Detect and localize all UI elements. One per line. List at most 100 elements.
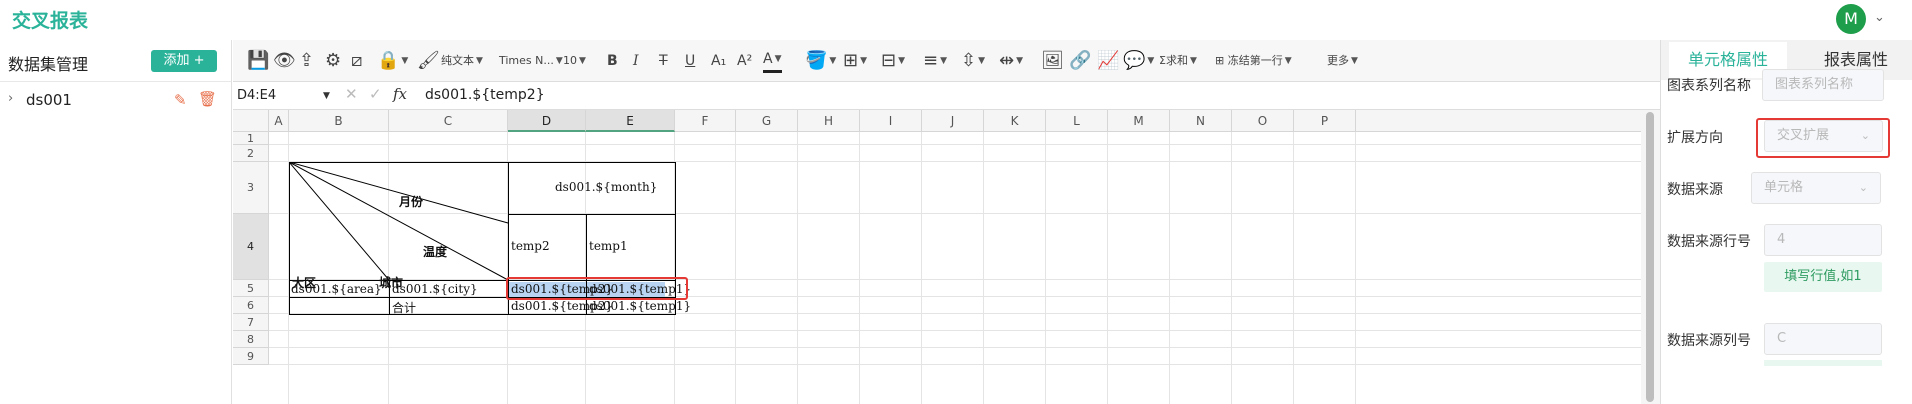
expand-direction-label: 扩展方向 xyxy=(1667,130,1723,146)
grid-line xyxy=(269,364,1641,365)
chevron-down-icon[interactable]: ⌄ xyxy=(1874,10,1885,25)
spreadsheet-grid[interactable]: ABCDEFGHIJKLMNOP 987654321 月份 温度 大区 城市 d… xyxy=(233,110,1660,404)
font-color-button[interactable]: A ▼ xyxy=(763,49,782,73)
chevron-down-icon[interactable]: ▼ xyxy=(323,85,330,107)
column-header-b[interactable]: B xyxy=(289,110,389,132)
column-header-l[interactable]: L xyxy=(1046,110,1108,132)
font-family-select[interactable]: Times N... ▼ xyxy=(499,49,563,73)
comment-icon[interactable]: 💬 ▼ xyxy=(1123,49,1154,73)
row-header-4[interactable]: 4 xyxy=(233,214,269,280)
sum-button[interactable]: Σ求和 ▼ xyxy=(1159,49,1197,73)
cell-month[interactable]: ds001.${month} xyxy=(555,180,657,194)
edit-icon[interactable]: ✎ xyxy=(174,91,187,109)
column-header-o[interactable]: O xyxy=(1232,110,1294,132)
corner-cell[interactable] xyxy=(233,110,269,132)
underline-button[interactable]: U xyxy=(685,49,695,73)
more-label: 更多 xyxy=(1327,54,1349,67)
row-header-8[interactable]: 8 xyxy=(233,331,269,348)
format-painter-icon[interactable]: 🖌 xyxy=(417,49,440,73)
formula-input[interactable]: ds001.${temp2} xyxy=(425,87,545,103)
bold-button[interactable]: B xyxy=(607,49,618,73)
column-header-k[interactable]: K xyxy=(984,110,1046,132)
cell-temp2-head[interactable]: temp2 xyxy=(511,239,550,253)
row-header-7[interactable]: 7 xyxy=(233,314,269,331)
cell-diag-temp: 温度 xyxy=(423,245,448,259)
confirm-icon[interactable]: ✓ xyxy=(369,85,382,103)
merge-icon[interactable]: ⊟ ▼ xyxy=(881,49,905,73)
row-header-5[interactable]: 5 xyxy=(233,280,269,297)
font-size-select[interactable]: 10 ▼ xyxy=(563,49,586,73)
border-icon[interactable]: ⊞ ▼ xyxy=(843,49,867,73)
grid-line xyxy=(269,144,1641,145)
strikethrough-button[interactable]: T xyxy=(659,49,668,73)
grid-line xyxy=(269,347,1641,348)
preview-icon[interactable]: 👁 xyxy=(273,49,296,73)
data-source-label: 数据来源 xyxy=(1667,182,1723,198)
cell-temp1-head[interactable]: temp1 xyxy=(589,239,628,253)
valign-icon[interactable]: ⇳ ▼ xyxy=(961,49,985,73)
column-header-f[interactable]: F xyxy=(675,110,736,132)
clear-icon[interactable]: ⧄ xyxy=(351,49,362,73)
source-col-input[interactable]: C xyxy=(1764,323,1882,355)
cell-diag-month: 月份 xyxy=(399,195,424,209)
fill-color-icon[interactable]: 🪣 ▼ xyxy=(805,49,836,73)
freeze-label: 冻结第一行 xyxy=(1227,54,1283,67)
source-row-input[interactable]: 4 xyxy=(1764,224,1882,256)
column-header-d[interactable]: D xyxy=(508,110,586,132)
series-name-input[interactable]: 图表系列名称 xyxy=(1762,69,1884,101)
column-header-c[interactable]: C xyxy=(389,110,508,132)
text-wrap-icon[interactable]: ⇹ ▼ xyxy=(999,49,1023,73)
superscript-button[interactable]: A² xyxy=(737,49,752,73)
column-header-g[interactable]: G xyxy=(736,110,798,132)
delete-icon[interactable]: 🗑 xyxy=(198,90,217,108)
column-header-p[interactable]: P xyxy=(1294,110,1356,132)
column-header-n[interactable]: N xyxy=(1170,110,1232,132)
column-header-j[interactable]: J xyxy=(922,110,984,132)
column-header-i[interactable]: I xyxy=(860,110,922,132)
column-header-m[interactable]: M xyxy=(1108,110,1170,132)
lock-icon[interactable]: 🔒 ▼ xyxy=(377,49,408,73)
cell-reference-box[interactable]: D4:E4 xyxy=(237,85,333,107)
align-left-icon[interactable]: ≡ ▼ xyxy=(923,49,947,73)
row-header-9[interactable]: 9 xyxy=(233,348,269,365)
chevron-right-icon[interactable]: › xyxy=(8,91,13,106)
row-header-6[interactable]: 6 xyxy=(233,297,269,314)
diagonal-line xyxy=(289,162,390,281)
vertical-scrollbar[interactable] xyxy=(1641,110,1660,404)
gear-icon[interactable]: ⚙ xyxy=(325,49,341,73)
dataset-item[interactable]: › ds001 ✎ 🗑 xyxy=(0,82,231,118)
avatar[interactable]: M xyxy=(1836,4,1866,34)
chart-icon[interactable]: 📈 xyxy=(1097,49,1119,73)
upload-icon[interactable]: ⇪ xyxy=(299,49,314,73)
toolbar: 💾 👁 ⇪ ⚙ ⧄ 🔒 ▼ 🖌 纯文本 ▼ Times N... ▼ 10 ▼ B I … xyxy=(233,40,1660,82)
row-header-1[interactable]: 1 xyxy=(233,132,269,145)
save-icon[interactable]: 💾 xyxy=(247,49,269,73)
column-header-h[interactable]: H xyxy=(798,110,860,132)
link-icon[interactable]: 🔗 xyxy=(1069,49,1091,73)
freeze-button[interactable]: ⊞ 冻结第一行 ▼ xyxy=(1215,49,1292,73)
highlight-box xyxy=(1756,118,1890,158)
grid-line xyxy=(269,330,1641,331)
column-header-a[interactable]: A xyxy=(269,110,289,132)
subscript-button[interactable]: A₁ xyxy=(711,49,726,73)
cell-total-temp1[interactable]: ds001.${temp1} xyxy=(589,299,691,313)
italic-button[interactable]: I xyxy=(633,49,639,73)
cell-area[interactable]: ds001.${area} xyxy=(291,282,382,296)
image-icon[interactable]: 🖼 xyxy=(1041,49,1064,73)
cell-total[interactable]: 合计 xyxy=(392,299,416,316)
column-header-e[interactable]: E xyxy=(586,110,675,132)
row-header-2[interactable]: 2 xyxy=(233,145,269,162)
dataset-name[interactable]: ds001 xyxy=(26,91,72,109)
rich-text-select[interactable]: 纯文本 ▼ xyxy=(441,49,483,73)
dataset-panel-title: 数据集管理 xyxy=(8,55,89,74)
more-button[interactable]: 更多 ▼ xyxy=(1327,49,1358,73)
source-col-hint xyxy=(1764,360,1882,366)
cell-city[interactable]: ds001.${city} xyxy=(392,282,478,296)
data-source-select[interactable]: 单元格 ⌄ xyxy=(1751,172,1881,204)
scrollbar-thumb[interactable] xyxy=(1646,112,1654,402)
add-dataset-button[interactable]: 添加 + xyxy=(151,50,217,72)
fx-icon: fx xyxy=(393,85,408,103)
row-header-3[interactable]: 3 xyxy=(233,162,269,214)
cancel-icon[interactable]: ✕ xyxy=(345,85,358,103)
formula-bar: D4:E4 ▼ ✕ ✓ fx ds001.${temp2} xyxy=(233,82,1660,110)
